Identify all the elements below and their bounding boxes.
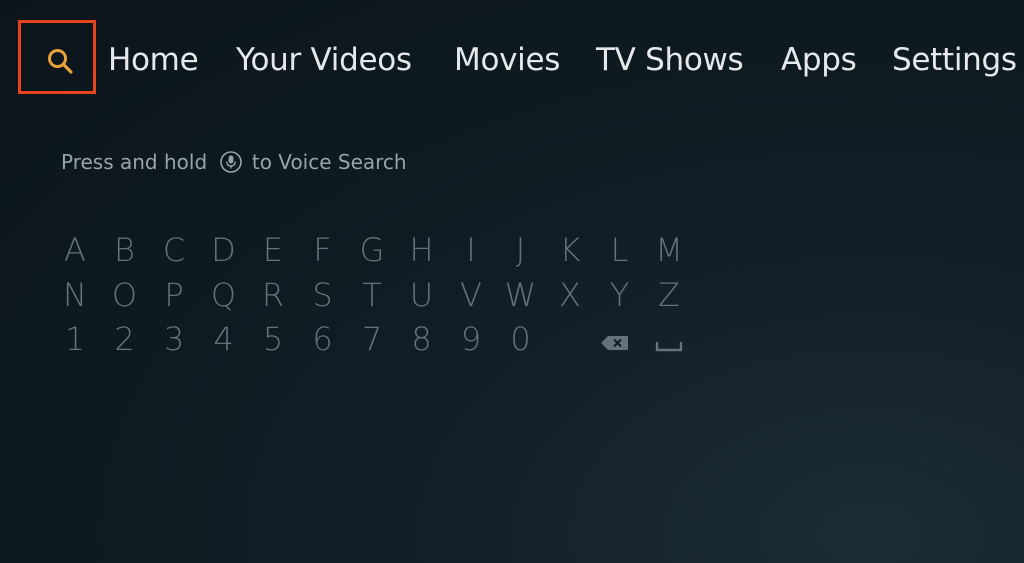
search-nav-button[interactable] bbox=[18, 20, 96, 94]
key-4[interactable]: 4 bbox=[199, 317, 249, 361]
key-7[interactable]: 7 bbox=[347, 317, 397, 361]
key-9[interactable]: 9 bbox=[446, 317, 496, 361]
key-l[interactable]: L bbox=[595, 228, 645, 272]
nav-item-home[interactable]: Home bbox=[108, 38, 199, 82]
microphone-icon bbox=[219, 151, 242, 173]
key-8[interactable]: 8 bbox=[397, 317, 447, 361]
voice-hint-prefix: Press and hold bbox=[61, 150, 208, 174]
key-f[interactable]: F bbox=[298, 228, 348, 272]
key-d[interactable]: D bbox=[199, 228, 249, 272]
key-s[interactable]: S bbox=[298, 273, 348, 317]
nav-item-movies[interactable]: Movies bbox=[454, 38, 560, 82]
search-icon bbox=[48, 49, 73, 74]
space-icon bbox=[655, 342, 683, 352]
key-p[interactable]: P bbox=[149, 273, 199, 317]
key-h[interactable]: H bbox=[397, 228, 447, 272]
backspace-icon bbox=[600, 336, 628, 350]
nav-item-apps[interactable]: Apps bbox=[781, 38, 857, 82]
key-o[interactable]: O bbox=[100, 273, 150, 317]
nav-item-settings[interactable]: Settings bbox=[892, 38, 1017, 82]
key-m[interactable]: M bbox=[644, 228, 694, 272]
top-navigation: Home Your Videos Movies TV Shows Apps Se… bbox=[0, 0, 1024, 120]
key-r[interactable]: R bbox=[248, 273, 298, 317]
key-i[interactable]: I bbox=[446, 228, 496, 272]
key-2[interactable]: 2 bbox=[100, 317, 150, 361]
backspace-key[interactable] bbox=[590, 317, 640, 361]
key-x[interactable]: X bbox=[545, 273, 595, 317]
key-3[interactable]: 3 bbox=[149, 317, 199, 361]
key-k[interactable]: K bbox=[545, 228, 595, 272]
key-1[interactable]: 1 bbox=[50, 317, 100, 361]
key-q[interactable]: Q bbox=[199, 273, 249, 317]
key-w[interactable]: W bbox=[496, 273, 546, 317]
key-v[interactable]: V bbox=[446, 273, 496, 317]
key-g[interactable]: G bbox=[347, 228, 397, 272]
space-key[interactable] bbox=[644, 317, 694, 361]
key-t[interactable]: T bbox=[347, 273, 397, 317]
nav-item-your-videos[interactable]: Your Videos bbox=[236, 38, 412, 82]
key-j[interactable]: J bbox=[496, 228, 546, 272]
key-a[interactable]: A bbox=[50, 228, 100, 272]
key-c[interactable]: C bbox=[149, 228, 199, 272]
key-n[interactable]: N bbox=[50, 273, 100, 317]
key-y[interactable]: Y bbox=[595, 273, 645, 317]
key-b[interactable]: B bbox=[100, 228, 150, 272]
key-6[interactable]: 6 bbox=[298, 317, 348, 361]
voice-search-hint: Press and hold to Voice Search bbox=[61, 147, 407, 177]
voice-hint-suffix: to Voice Search bbox=[251, 150, 407, 174]
key-e[interactable]: E bbox=[248, 228, 298, 272]
key-5[interactable]: 5 bbox=[248, 317, 298, 361]
key-z[interactable]: Z bbox=[644, 273, 694, 317]
nav-item-tv-shows[interactable]: TV Shows bbox=[596, 38, 744, 82]
key-0[interactable]: 0 bbox=[496, 317, 546, 361]
key-u[interactable]: U bbox=[397, 273, 447, 317]
